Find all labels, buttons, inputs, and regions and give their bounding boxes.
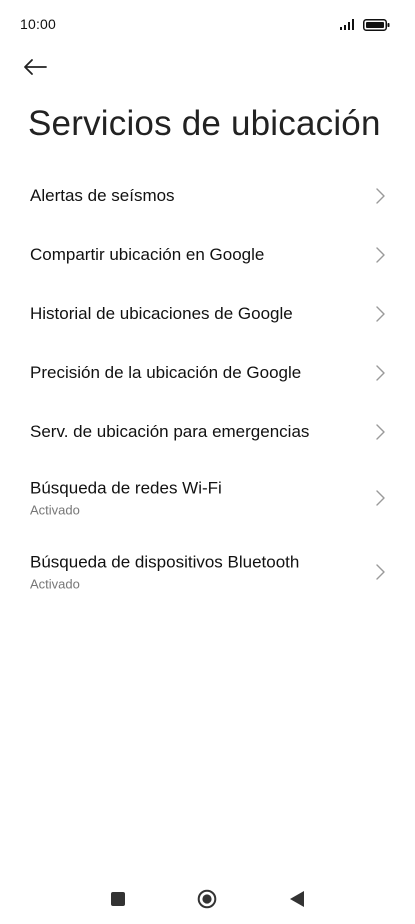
item-label: Compartir ubicación en Google bbox=[30, 244, 265, 264]
chevron-right-icon bbox=[376, 187, 385, 204]
item-status: Activado bbox=[30, 576, 80, 592]
chevron-right-icon bbox=[376, 564, 385, 580]
recents-square-icon[interactable] bbox=[111, 892, 125, 906]
status-time: 10:00 bbox=[20, 16, 57, 32]
item-label: Serv. de ubicación para emergencias bbox=[30, 421, 310, 441]
chevron-right-icon bbox=[376, 246, 385, 263]
back-button[interactable] bbox=[22, 52, 62, 86]
item-label: Búsqueda de dispositivos Bluetooth bbox=[30, 552, 300, 572]
list-item-google-location-accuracy[interactable]: Precisión de la ubicación de Google bbox=[0, 343, 415, 402]
item-label: Historial de ubicaciones de Google bbox=[30, 303, 293, 323]
arrow-left-icon bbox=[22, 58, 48, 81]
chevron-right-icon bbox=[376, 364, 385, 381]
list-item-google-location-history[interactable]: Historial de ubicaciones de Google bbox=[0, 284, 415, 343]
chevron-right-icon bbox=[376, 305, 385, 322]
list-item-emergency-location-service[interactable]: Serv. de ubicación para emergencias bbox=[0, 402, 415, 461]
chevron-right-icon bbox=[376, 423, 385, 440]
item-label: Precisión de la ubicación de Google bbox=[30, 362, 302, 382]
page-title: Servicios de ubicación bbox=[28, 104, 381, 143]
signal-icon bbox=[340, 17, 358, 30]
chevron-right-icon bbox=[376, 490, 385, 506]
list-item-wifi-scanning[interactable]: Búsqueda de redes Wi-Fi Activado bbox=[0, 461, 415, 535]
item-status: Activado bbox=[30, 502, 80, 518]
item-label: Alertas de seísmos bbox=[30, 185, 175, 205]
list-item-google-location-sharing[interactable]: Compartir ubicación en Google bbox=[0, 225, 415, 284]
settings-list: Alertas de seísmos Compartir ubicación e… bbox=[0, 166, 415, 609]
list-item-bluetooth-scanning[interactable]: Búsqueda de dispositivos Bluetooth Activ… bbox=[0, 535, 415, 609]
back-triangle-icon[interactable] bbox=[289, 890, 305, 908]
item-label: Búsqueda de redes Wi-Fi bbox=[30, 478, 222, 498]
battery-icon bbox=[363, 18, 391, 31]
status-bar: 10:00 bbox=[0, 0, 415, 48]
list-item-earthquake-alerts[interactable]: Alertas de seísmos bbox=[0, 166, 415, 225]
navigation-bar bbox=[0, 874, 415, 924]
home-circle-icon[interactable] bbox=[197, 889, 217, 909]
